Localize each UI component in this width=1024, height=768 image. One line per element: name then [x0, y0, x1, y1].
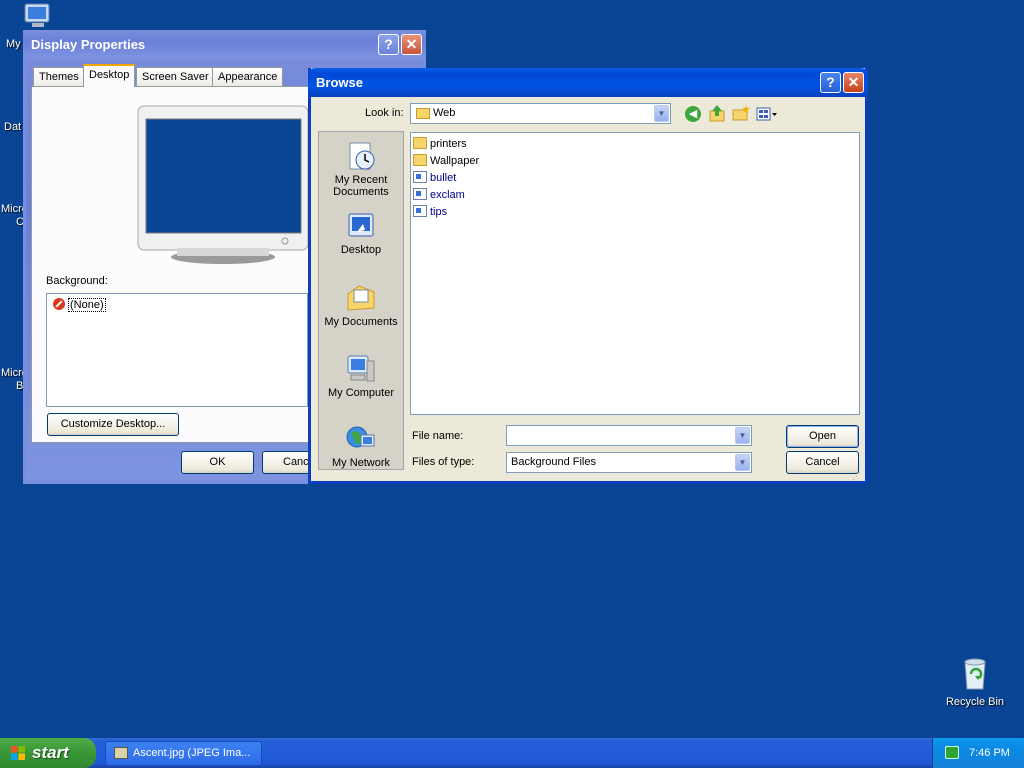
background-list[interactable]: (None) — [46, 293, 308, 407]
open-button[interactable]: Open — [786, 425, 859, 448]
place-label: My Network — [331, 457, 391, 469]
place-my-recent-documents[interactable]: My Recent Documents — [319, 140, 403, 198]
taskbar-item-ascent[interactable]: Ascent.jpg (JPEG Ima... — [105, 741, 262, 766]
browse-title: Browse — [316, 75, 363, 90]
tab-desktop[interactable]: Desktop — [83, 64, 136, 87]
file-name-field[interactable]: ▼ — [506, 425, 752, 446]
my-computer-icon — [345, 353, 377, 385]
files-of-type-value: Background Files — [511, 456, 596, 468]
customize-desktop-button[interactable]: Customize Desktop... — [47, 413, 179, 436]
file-name: tips — [430, 206, 448, 218]
taskbar: start Ascent.jpg (JPEG Ima... 7:46 PM — [0, 738, 1024, 768]
folder-icon — [413, 154, 427, 166]
display-properties-title: Display Properties — [31, 37, 146, 52]
browse-close-button[interactable]: ✕ — [843, 72, 864, 93]
network-tray-icon[interactable] — [945, 746, 959, 759]
file-name-label: File name: — [412, 430, 464, 442]
file-name: bullet — [430, 172, 457, 184]
look-in-dropdown[interactable]: Web ▼ — [410, 103, 671, 124]
chevron-down-icon[interactable]: ▼ — [654, 105, 669, 122]
file-list[interactable]: printers Wallpaper bullet exclam tips — [410, 132, 860, 415]
view-menu-icon[interactable] — [756, 106, 778, 122]
desktop-label-dat[interactable]: Dat — [4, 121, 21, 133]
monitor-preview — [137, 105, 309, 265]
chevron-down-icon[interactable]: ▼ — [735, 427, 750, 444]
help-button[interactable]: ? — [378, 34, 399, 55]
file-name: printers — [430, 138, 467, 150]
files-of-type-label: Files of type: — [412, 456, 475, 468]
look-in-label: Look in: — [365, 107, 404, 119]
list-item[interactable]: printers — [413, 136, 467, 152]
place-label: My Documents — [324, 316, 398, 328]
list-item[interactable]: exclam — [413, 187, 465, 203]
ok-button[interactable]: OK — [181, 451, 254, 474]
start-label: start — [32, 743, 69, 762]
image-viewer-icon — [114, 747, 128, 759]
list-item[interactable]: tips — [413, 204, 447, 220]
recycle-bin[interactable]: Recycle Bin — [940, 656, 1010, 708]
none-icon — [53, 298, 65, 310]
html-file-icon — [413, 171, 427, 183]
display-properties-titlebar[interactable]: Display Properties ? ✕ — [23, 30, 426, 59]
chevron-down-icon[interactable]: ▼ — [735, 454, 750, 471]
html-file-icon — [413, 188, 427, 200]
taskbar-item-label: Ascent.jpg (JPEG Ima... — [133, 747, 251, 759]
place-my-computer[interactable]: My Computer — [319, 353, 403, 399]
windows-logo-icon — [11, 746, 25, 760]
my-network-icon — [345, 423, 377, 455]
html-file-icon — [413, 205, 427, 217]
display-cancel-button[interactable]: Canc — [262, 451, 312, 474]
browse-titlebar[interactable]: Browse ? ✕ — [308, 68, 868, 97]
place-my-network[interactable]: My Network — [319, 423, 403, 469]
back-icon[interactable]: ◀ — [685, 106, 701, 122]
new-folder-icon[interactable] — [732, 105, 750, 121]
place-desktop[interactable]: Desktop — [319, 210, 403, 256]
background-item-label: (None) — [68, 298, 106, 312]
recent-documents-icon — [345, 140, 377, 172]
browse-help-button[interactable]: ? — [820, 72, 841, 93]
desktop-icon — [345, 210, 377, 242]
recycle-bin-label: Recycle Bin — [945, 696, 1005, 708]
up-folder-icon[interactable] — [709, 104, 725, 122]
start-button[interactable]: start — [0, 738, 96, 768]
my-computer-desktop-icon[interactable] — [22, 2, 54, 30]
browse-cancel-button[interactable]: Cancel — [786, 451, 859, 474]
tab-appearance[interactable]: Appearance — [212, 67, 284, 86]
recycle-bin-icon — [959, 656, 991, 692]
tab-themes[interactable]: Themes — [33, 67, 85, 86]
clock[interactable]: 7:46 PM — [969, 738, 1010, 768]
resize-grip-icon[interactable]: ⋰ — [852, 470, 864, 482]
places-bar: My Recent Documents Desktop My Documents… — [318, 131, 404, 470]
folder-icon — [416, 108, 430, 119]
background-label: Background: — [46, 275, 108, 287]
look-in-value: Web — [433, 107, 456, 119]
tab-screen-saver[interactable]: Screen Saver — [136, 67, 215, 86]
file-name: exclam — [430, 189, 465, 201]
place-label: My Recent Documents — [333, 174, 389, 198]
file-name: Wallpaper — [430, 155, 480, 167]
place-label: Desktop — [340, 244, 382, 256]
my-documents-icon — [345, 282, 377, 314]
system-tray: 7:46 PM — [932, 738, 1024, 768]
background-item-none[interactable]: (None) — [53, 297, 106, 313]
place-my-documents[interactable]: My Documents — [319, 282, 403, 328]
close-button[interactable]: ✕ — [401, 34, 422, 55]
desktop-label-my[interactable]: My — [6, 38, 21, 50]
place-label: My Computer — [327, 387, 395, 399]
list-item[interactable]: bullet — [413, 170, 456, 186]
folder-icon — [413, 137, 427, 149]
files-of-type-dropdown[interactable]: Background Files ▼ — [506, 452, 752, 473]
list-item[interactable]: Wallpaper — [413, 153, 479, 169]
